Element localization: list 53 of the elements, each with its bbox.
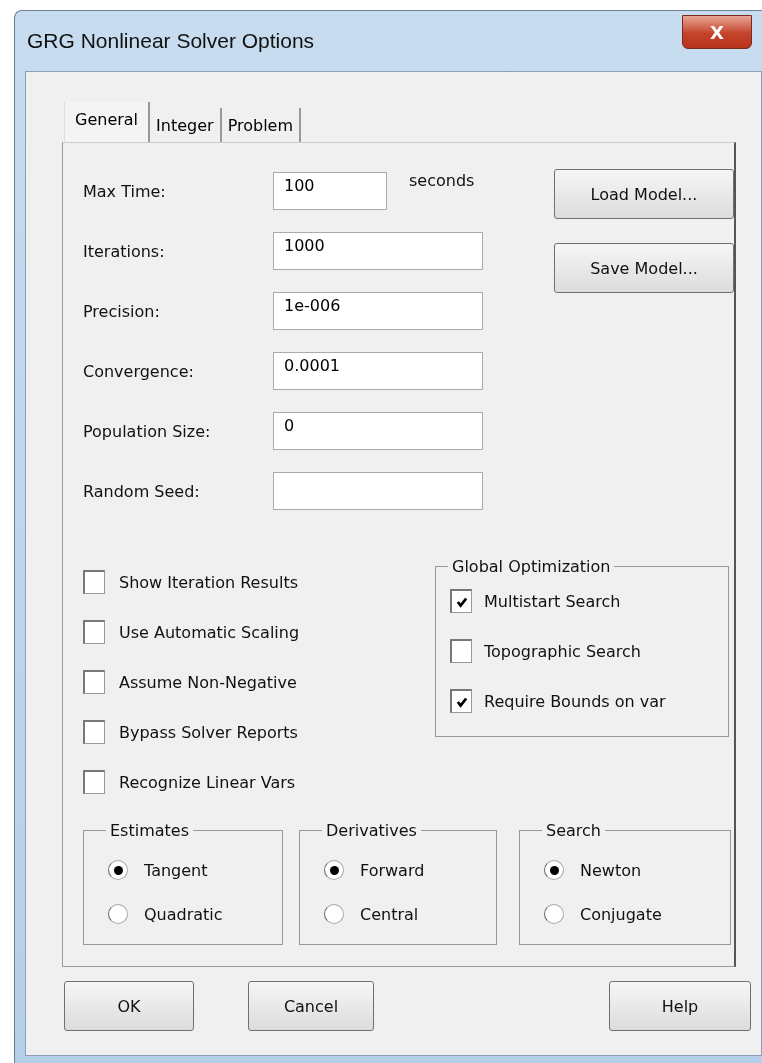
radio-label[interactable]: Tangent: [144, 860, 208, 880]
radio-label[interactable]: Central: [360, 904, 419, 924]
checkbox[interactable]: [83, 620, 105, 644]
input-field[interactable]: 1000: [273, 232, 483, 270]
input-field[interactable]: [273, 472, 483, 510]
checkbox-label[interactable]: Recognize Linear Vars: [119, 772, 296, 792]
input-field[interactable]: 100: [273, 172, 387, 210]
group-title: Search: [545, 821, 602, 840]
checkbox-label[interactable]: Assume Non-Negative: [119, 672, 297, 692]
checkbox-label[interactable]: Require Bounds on var: [484, 691, 666, 711]
group-title: Global Optimization: [451, 557, 612, 576]
model-button[interactable]: Load Model...: [554, 169, 734, 219]
checkbox-label[interactable]: Topographic Search: [484, 641, 641, 661]
radio-button[interactable]: [324, 904, 344, 924]
checkbox-label[interactable]: Show Iteration Results: [119, 572, 298, 592]
field-label: Convergence:: [83, 361, 195, 381]
checkbox[interactable]: [83, 720, 105, 744]
checkbox[interactable]: [83, 670, 105, 694]
field-label: Random Seed:: [83, 481, 201, 501]
checkbox-label[interactable]: Multistart Search: [484, 591, 621, 611]
dialog-button[interactable]: Help: [609, 981, 751, 1031]
checkbox[interactable]: [83, 770, 105, 794]
dialog-button[interactable]: OK: [64, 981, 194, 1031]
radio-button[interactable]: [544, 860, 564, 880]
group-title: Estimates: [109, 821, 190, 840]
checkbox[interactable]: [450, 589, 472, 613]
input-field[interactable]: 0: [273, 412, 483, 450]
checkbox-label[interactable]: Bypass Solver Reports: [119, 722, 298, 742]
radio-label[interactable]: Conjugate: [580, 904, 662, 924]
field-label: Iterations:: [83, 241, 166, 261]
close-button[interactable]: X: [682, 15, 752, 49]
radio-button[interactable]: [108, 904, 128, 924]
field-label: Population Size:: [83, 421, 212, 441]
checkbox-label[interactable]: Use Automatic Scaling: [119, 622, 300, 642]
radio-button[interactable]: [544, 904, 564, 924]
field-label: Max Time:: [83, 181, 167, 201]
radio-label[interactable]: Forward: [360, 860, 425, 880]
radio-label[interactable]: Quadratic: [144, 904, 223, 924]
window-title: GRG Nonlinear Solver Options: [26, 29, 315, 53]
radio-label[interactable]: Newton: [580, 860, 642, 880]
input-field[interactable]: 0.0001: [273, 352, 483, 390]
tab[interactable]: General: [64, 102, 151, 142]
radio-button[interactable]: [108, 860, 128, 880]
group-title: Derivatives: [325, 821, 418, 840]
input-field[interactable]: 1e-006: [273, 292, 483, 330]
field-label: Precision:: [83, 301, 161, 321]
checkbox[interactable]: [83, 570, 105, 594]
dialog-button[interactable]: Cancel: [248, 981, 374, 1031]
model-button[interactable]: Save Model...: [554, 243, 734, 293]
radio-button[interactable]: [324, 860, 344, 880]
checkbox[interactable]: [450, 639, 472, 663]
checkbox[interactable]: [450, 689, 472, 713]
unit-label: seconds: [409, 171, 475, 190]
